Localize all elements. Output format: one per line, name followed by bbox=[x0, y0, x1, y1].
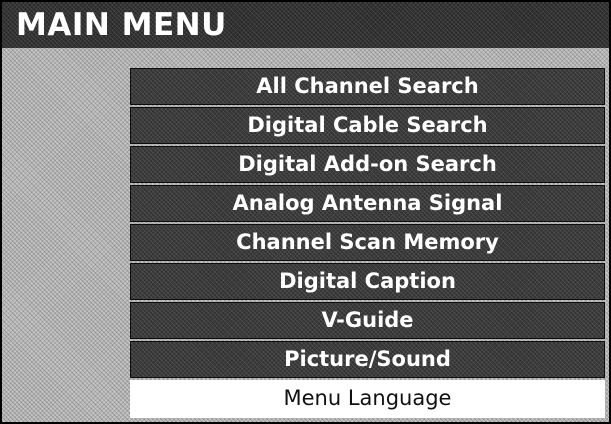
menu-item-digital-caption[interactable]: Digital Caption bbox=[130, 263, 605, 300]
main-menu-screen: MAIN MENU All Channel Search Digital Cab… bbox=[0, 0, 611, 424]
menu-item-digital-add-on-search[interactable]: Digital Add-on Search bbox=[130, 146, 605, 183]
menu-item-channel-scan-memory[interactable]: Channel Scan Memory bbox=[130, 224, 605, 261]
menu-item-picture-sound[interactable]: Picture/Sound bbox=[130, 341, 605, 378]
title-bar: MAIN MENU bbox=[2, 2, 609, 48]
menu-item-menu-language[interactable]: Menu Language bbox=[130, 380, 605, 418]
menu-item-v-guide[interactable]: V-Guide bbox=[130, 302, 605, 339]
menu-item-all-channel-search[interactable]: All Channel Search bbox=[130, 68, 605, 105]
menu-list: All Channel Search Digital Cable Search … bbox=[130, 68, 605, 418]
menu-title: MAIN MENU bbox=[16, 7, 227, 43]
menu-item-analog-antenna-signal[interactable]: Analog Antenna Signal bbox=[130, 185, 605, 222]
menu-item-digital-cable-search[interactable]: Digital Cable Search bbox=[130, 107, 605, 144]
